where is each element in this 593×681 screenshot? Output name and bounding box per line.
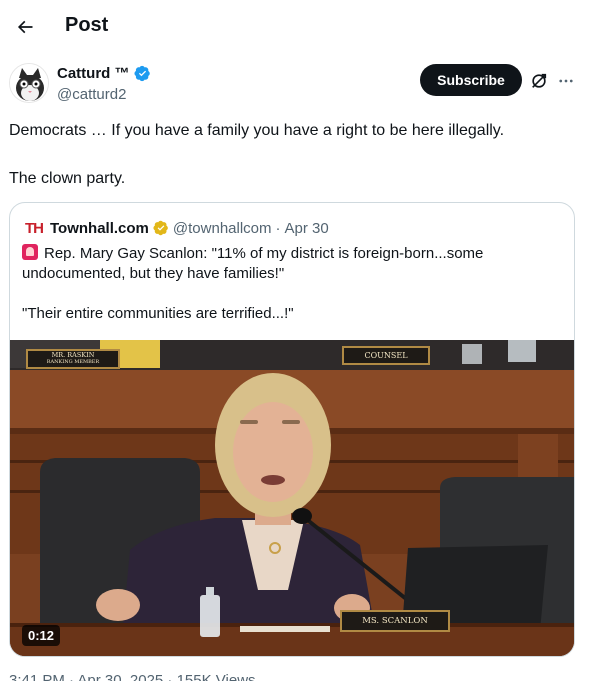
video-thumbnail	[10, 340, 574, 656]
top-bar: Post	[0, 0, 593, 53]
nameplate-raskin-line-1: MR. RASKIN	[51, 351, 95, 359]
gold-badge-icon	[153, 220, 168, 236]
video-player[interactable]: MR. RASKIN RANKING MEMBER COUNSEL MS. SC…	[10, 340, 574, 656]
author-name-text: Catturd ™	[57, 65, 130, 82]
arrow-left-icon	[17, 20, 33, 34]
more-icon	[559, 79, 573, 83]
quote-text: Rep. Mary Gay Scanlon: "11% of my distri…	[22, 244, 562, 324]
back-button[interactable]	[8, 10, 42, 44]
quoted-post[interactable]: TH Townhall.com @townhallcom · Apr 30 Re…	[9, 202, 575, 657]
nameplate-scanlon: MS. SCANLON	[340, 610, 450, 632]
nameplate-scanlon-text: MS. SCANLON	[362, 616, 428, 626]
quote-date[interactable]: Apr 30	[285, 220, 329, 237]
townhall-logo-icon: TH	[25, 219, 44, 237]
subscribe-button[interactable]: Subscribe	[420, 64, 522, 96]
video-duration: 0:12	[22, 625, 61, 646]
quote-header: TH Townhall.com @townhallcom · Apr 30	[24, 218, 329, 238]
quote-author-name[interactable]: Townhall.com	[50, 220, 149, 237]
tweet-line-1: Democrats … If you have a family you hav…	[9, 122, 505, 139]
siren-icon	[22, 244, 38, 260]
author-name[interactable]: Catturd ™	[57, 65, 151, 82]
post-timestamp[interactable]: 3:41 PM · Apr 30, 2025 · 155K Views	[9, 672, 256, 681]
nameplate-raskin-line-2: RANKING MEMBER	[46, 359, 100, 365]
nameplate-counsel-text: COUNSEL	[364, 351, 408, 360]
tweet-line-2: The clown party.	[9, 170, 126, 187]
quote-author-handle[interactable]: @townhallcom	[173, 220, 272, 237]
grok-button[interactable]	[528, 70, 550, 92]
page-title: Post	[65, 14, 109, 36]
verified-badge-icon	[133, 65, 150, 82]
quote-text-1: Rep. Mary Gay Scanlon: "11% of my distri…	[22, 245, 484, 282]
author-handle[interactable]: @catturd2	[57, 86, 126, 103]
more-button[interactable]	[555, 70, 577, 92]
cat-avatar-icon	[10, 64, 48, 102]
quote-text-2: "Their entire communities are terrified.…	[22, 305, 294, 322]
quote-separator: ·	[275, 219, 281, 237]
avatar[interactable]	[9, 63, 49, 103]
nameplate-raskin: MR. RASKIN RANKING MEMBER	[26, 349, 120, 369]
nameplate-counsel: COUNSEL	[342, 346, 430, 365]
grok-icon	[532, 73, 547, 88]
